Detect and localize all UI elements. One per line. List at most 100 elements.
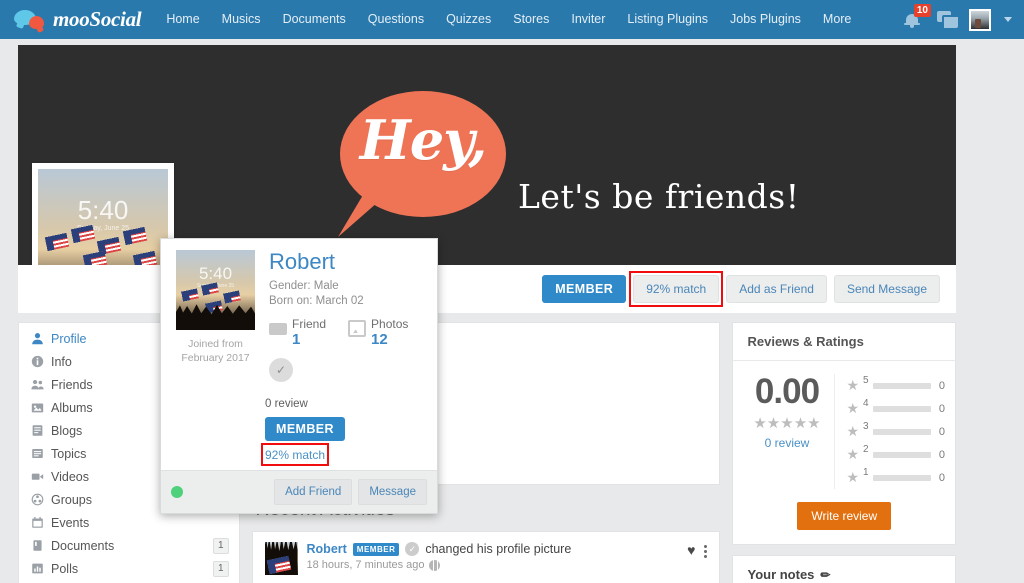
send-message-button[interactable]: Send Message [833, 275, 940, 303]
rating-count: 0 [938, 471, 945, 484]
sidebar-label-events: Events [51, 515, 90, 530]
profile-action-bar: MEMBER 92% match Add as Friend Send Mess… [18, 265, 956, 313]
star-icon: ★ [846, 400, 860, 416]
rating-level: 1 [863, 467, 869, 478]
activity-timestamp: 18 hours, 7 minutes ago [306, 559, 425, 571]
nav-item-questions[interactable]: Questions [357, 0, 435, 39]
profile-avatar-image: 5:40 Sunday, June 25 [38, 169, 168, 265]
hovercard-name[interactable]: Robert [269, 250, 425, 273]
hovercard-birthday: Born on: March 02 [269, 295, 364, 308]
info-icon [31, 355, 51, 368]
reviews-count-link[interactable]: 0 review [743, 436, 830, 450]
nav-item-jobs-plugins[interactable]: Jobs Plugins [719, 0, 812, 39]
speech-bubble-tail [338, 195, 386, 237]
rating-row: ★ 4 0 [846, 397, 945, 420]
reviews-average-score: 0.00 [754, 372, 820, 411]
match-highlight-annotation: 92% match [629, 271, 724, 307]
image-icon [348, 320, 367, 338]
image-icon [31, 401, 51, 414]
hovercard-avatar[interactable]: 5:40 Sunday, June 25 [176, 250, 255, 330]
nav-item-listing-plugins[interactable]: Listing Plugins [616, 0, 719, 39]
notification-count-badge: 10 [913, 3, 931, 17]
notifications-button[interactable]: 10 [902, 3, 931, 32]
add-as-friend-button[interactable]: Add as Friend [726, 275, 827, 303]
hovercard-photos-stat[interactable]: Photos 12 [348, 316, 408, 349]
right-sidebar: Reviews & Ratings 0.00 ★★★★★ 0 review ★ … [732, 322, 956, 583]
book-icon [31, 424, 51, 437]
nav-item-home[interactable]: Home [155, 0, 210, 39]
chevron-down-icon[interactable] [1004, 17, 1012, 22]
rating-level: 3 [863, 421, 869, 432]
sidebar-item-documents[interactable]: Documents 1 [19, 534, 239, 557]
heart-icon[interactable]: ♥ [687, 542, 695, 558]
reviews-card-title: Reviews & Ratings [733, 323, 955, 361]
rating-level: 5 [863, 375, 869, 386]
hovercard-message-button[interactable]: Message [358, 479, 427, 506]
more-options-icon[interactable] [704, 542, 708, 558]
hovercard-joined-date: Joined from February 2017 [173, 337, 258, 365]
nav-item-inviter[interactable]: Inviter [560, 0, 616, 39]
rating-level: 2 [863, 444, 869, 455]
star-icon: ★ [846, 446, 860, 462]
brand-logo[interactable]: mooSocial [0, 7, 155, 32]
rating-count: 0 [938, 448, 945, 461]
star-icon: ★ [846, 377, 860, 393]
rating-count: 0 [938, 402, 945, 415]
activity-member-badge: MEMBER [352, 542, 400, 556]
people-icon [31, 378, 51, 391]
hovercard-lockscreen-time: 5:40 [198, 264, 233, 283]
hovercard-match-link[interactable]: 92% match [265, 448, 325, 462]
sidebar-item-polls[interactable]: Polls 1 [19, 557, 239, 580]
profile-columns: Profile Info Friends Albums Blogs Topics [18, 322, 956, 583]
check-icon: ✓ [269, 358, 293, 383]
globe-icon [428, 559, 440, 571]
sidebar-count-documents: 1 [212, 537, 229, 554]
sidebar-label-documents: Documents [51, 538, 115, 553]
activity-item: Robert MEMBER ✓ changed his profile pict… [251, 531, 721, 583]
nav-links: Home Musics Documents Questions Quizzes … [155, 0, 862, 39]
nav-right-cluster: 10 [902, 3, 1024, 32]
avatar-lockscreen-date: Sunday, June 25 [76, 225, 130, 232]
video-icon [31, 470, 51, 483]
cover-headline: Let's be friends! [518, 177, 800, 216]
nav-item-documents[interactable]: Documents [272, 0, 357, 39]
reviews-summary: 0.00 ★★★★★ 0 review [743, 372, 836, 489]
hovercard-review-count: 0 review [265, 398, 308, 411]
rating-count: 0 [938, 379, 945, 392]
group-icon [31, 493, 51, 506]
chat-icon[interactable] [937, 11, 958, 28]
match-percent-button[interactable]: 92% match [633, 275, 720, 303]
rating-bar [872, 474, 931, 481]
write-review-button[interactable]: Write review [797, 502, 892, 530]
activity-author-name[interactable]: Robert [307, 542, 347, 556]
chart-icon [31, 562, 51, 575]
hovercard-stats: Friend 1 Photos 12 [269, 316, 425, 349]
hovercard-avatar-block: 5:40 Sunday, June 25 Joined from Februar… [173, 250, 258, 382]
nav-item-quizzes[interactable]: Quizzes [435, 0, 502, 39]
rating-row: ★ 1 0 [846, 466, 945, 489]
reviews-ratings-card: Reviews & Ratings 0.00 ★★★★★ 0 review ★ … [732, 322, 956, 545]
hovercard-footer: Add Friend Message [161, 470, 437, 514]
avatar[interactable] [969, 8, 991, 31]
profile-avatar[interactable]: 5:40 Sunday, June 25 [32, 163, 174, 265]
nav-item-stores[interactable]: Stores [502, 0, 560, 39]
hovercard-joined-line1: Joined from [188, 338, 243, 350]
activity-author-avatar[interactable] [264, 542, 298, 575]
check-icon: ✓ [405, 542, 420, 556]
hovercard-friend-label: Friend [292, 317, 327, 332]
nav-item-musics[interactable]: Musics [211, 0, 272, 39]
member-badge-button[interactable]: MEMBER [542, 275, 627, 303]
nav-item-more[interactable]: More [812, 0, 862, 39]
hovercard-match-highlight-annotation: 92% match [260, 443, 330, 467]
rating-row: ★ 5 0 [846, 374, 945, 397]
hovercard-member-badge[interactable]: MEMBER [265, 417, 345, 442]
hovercard-friend-count: 1 [292, 331, 301, 349]
hovercard-photos-label: Photos [371, 317, 409, 332]
rating-level: 4 [863, 398, 869, 409]
hovercard-add-friend-button[interactable]: Add Friend [274, 479, 353, 506]
your-notes-header: Your notes ✏ [733, 556, 955, 583]
sidebar-item-events[interactable]: Events [19, 511, 239, 534]
hovercard-friend-stat[interactable]: Friend 1 [269, 316, 326, 349]
pencil-icon[interactable]: ✏ [820, 568, 830, 582]
hovercard-joined-line2: February 2017 [181, 352, 250, 365]
